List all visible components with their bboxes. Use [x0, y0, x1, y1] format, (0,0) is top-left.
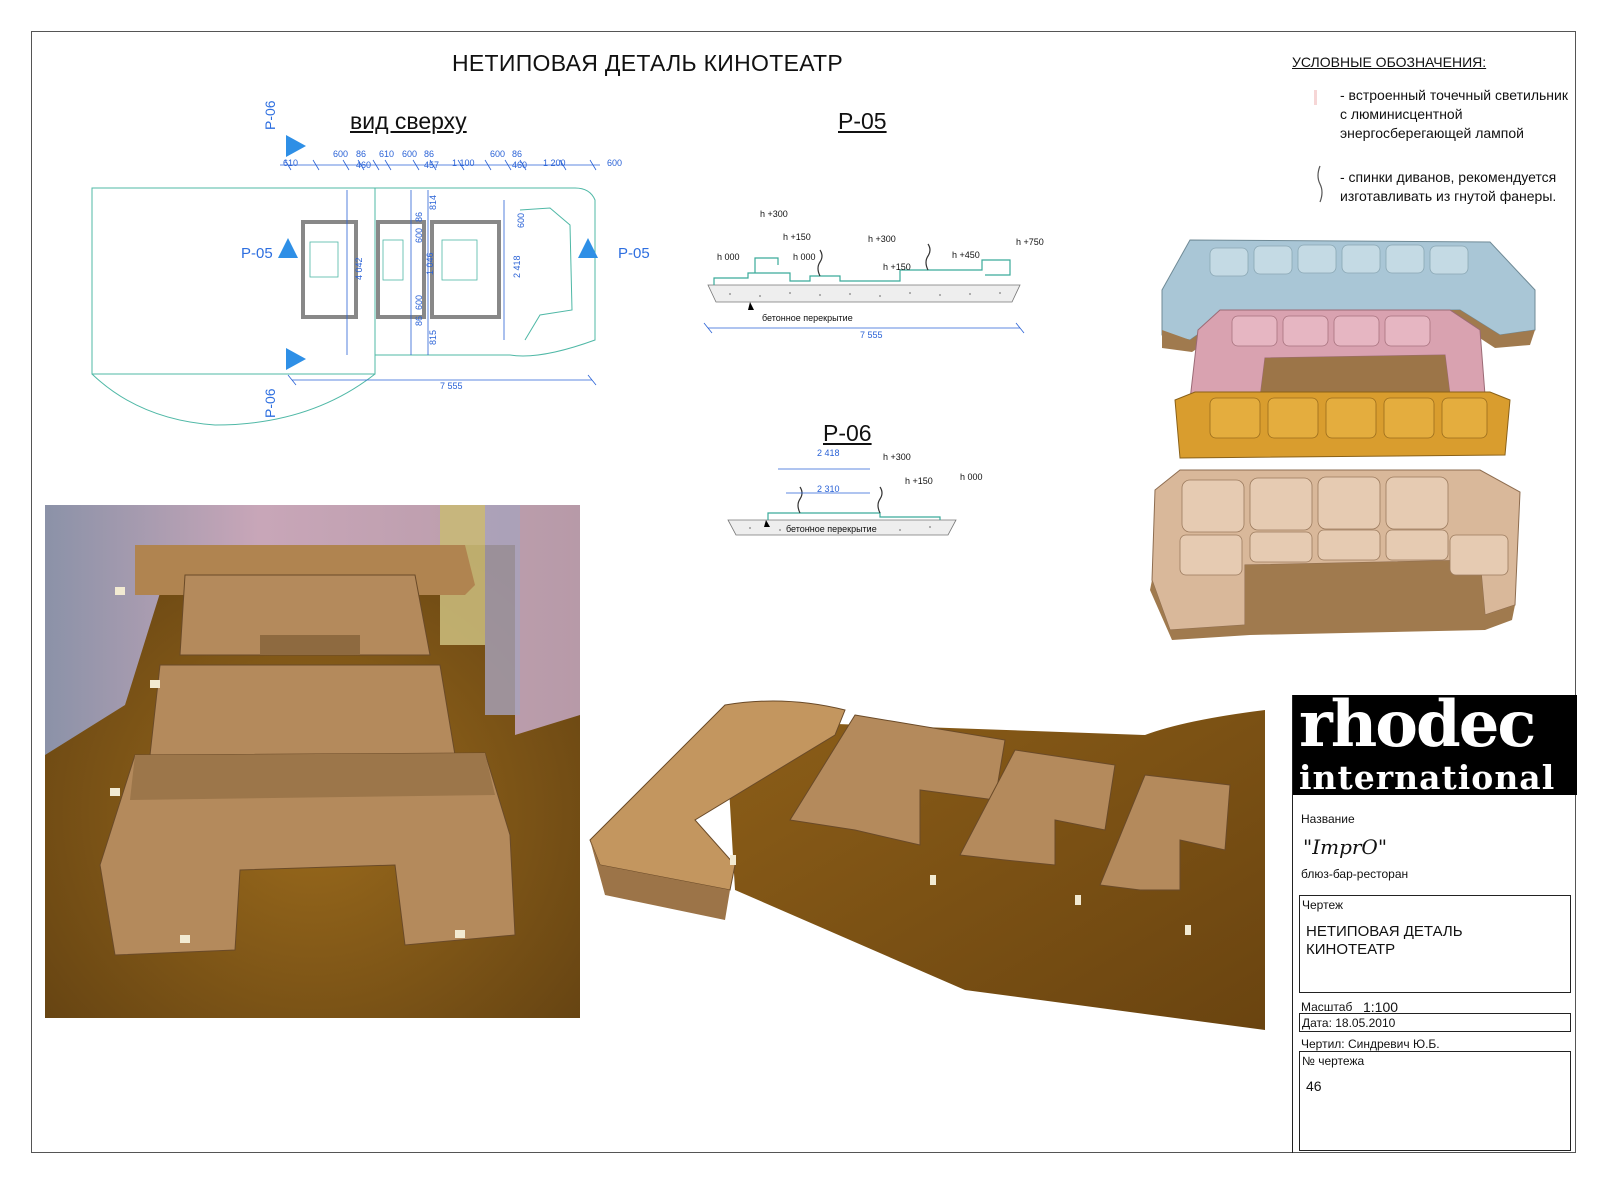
dim-top-2: 86 — [356, 149, 367, 159]
legend-title: УСЛОВНЫЕ ОБОЗНАЧЕНИЯ: — [1292, 54, 1487, 70]
sofa-stack-render — [1150, 239, 1536, 640]
p05-back-icon — [817, 249, 823, 277]
p06-dim-1: 2 310 — [817, 484, 840, 494]
cinema-render-center — [589, 700, 1265, 1030]
dim-top-7: 457 — [424, 160, 440, 170]
legend-item-spotlight: - встроенный точечный светильник с люмин… — [1340, 87, 1568, 141]
p05-level-6: h +450 — [952, 250, 980, 260]
dim-top-1: 600 — [333, 149, 349, 159]
marker-label-p06-top: Р-06 — [262, 100, 278, 130]
drawing-name-box: Чертеж НЕТИПОВАЯ ДЕТАЛЬ КИНОТЕАТР — [1299, 895, 1571, 993]
drawing-number-box: № чертежа 46 — [1299, 1051, 1571, 1151]
dim-top-4: 610 — [379, 149, 395, 159]
date-text: Дата: 18.05.2010 — [1302, 1016, 1396, 1030]
dim-top-5: 600 — [402, 149, 418, 159]
dim-top-8: 1 100 — [452, 158, 475, 168]
p05-steps — [713, 259, 1011, 285]
p05-back2-icon — [925, 243, 931, 271]
dim-v-7: 815 — [428, 329, 438, 345]
logo-line-1: rhodec — [1299, 695, 1536, 762]
drawing-name-line-1: НЕТИПОВАЯ ДЕТАЛЬ — [1306, 923, 1463, 940]
p06-steps — [767, 512, 941, 520]
p05-slab — [707, 284, 1021, 303]
dim-top-0: 610 — [283, 158, 299, 168]
plan-outline-left — [91, 187, 376, 375]
dim-top-10: 86 — [512, 149, 523, 159]
dim-v-3: 1 046 — [425, 252, 435, 275]
name-label: Название — [1301, 812, 1355, 826]
section-p05-heading: Р-05 — [838, 108, 887, 134]
plan-outline-curve — [91, 373, 376, 426]
dim-top-11: 460 — [512, 160, 528, 170]
number-label: № чертежа — [1302, 1054, 1365, 1068]
p06-slab-label: бетонное перекрытие — [786, 524, 877, 534]
date-box: Дата: 18.05.2010 — [1299, 1013, 1571, 1032]
p06-level-2: h 000 — [960, 472, 983, 482]
dim-top-9: 600 — [490, 149, 506, 159]
marker-p06-top-icon — [286, 135, 306, 157]
p06-level-0: h +300 — [883, 452, 911, 462]
project-name: "ImprO" — [1303, 835, 1388, 859]
p05-level-2: h +150 — [783, 232, 811, 242]
p05-level-4: h +300 — [868, 234, 896, 244]
dim-v-8: 2 418 — [512, 255, 522, 278]
p05-level-7: h +750 — [1016, 237, 1044, 247]
dim-v-5: 86 — [414, 315, 424, 326]
spotlight-icon — [1314, 90, 1317, 105]
marker-label-p05-left: Р-05 — [241, 245, 273, 262]
drawing-label: Чертеж — [1302, 898, 1344, 912]
legend-item-sofa-back: - спинки диванов, рекомендуется изготавл… — [1340, 169, 1557, 204]
plan-outline-right — [375, 187, 596, 357]
rhodec-logo: rhodec international — [1293, 695, 1577, 795]
dim-top-13: 600 — [607, 158, 623, 168]
p05-level-3: h 000 — [793, 252, 816, 262]
plan-sofa-4 — [519, 207, 573, 341]
drawn-by: Чертил: Синдревич Ю.Б. — [1301, 1037, 1440, 1051]
p06-dim-0: 2 418 — [817, 448, 840, 458]
dim-top-6: 86 — [424, 149, 435, 159]
marker-p05-left-icon — [278, 238, 298, 258]
p06-level-1: h +150 — [905, 476, 933, 486]
dim-top-3: 460 — [356, 160, 372, 170]
sheet-title: НЕТИПОВАЯ ДЕТАЛЬ КИНОТЕАТР — [452, 50, 844, 76]
number-value: 46 — [1306, 1078, 1322, 1094]
p05-slab-label: бетонное перекрытие — [762, 313, 853, 323]
dim-v-4: 600 — [414, 294, 424, 310]
cinema-render-left — [45, 505, 580, 1018]
project-subtitle: блюз-бар-ресторан — [1301, 867, 1409, 881]
dim-v-0: 4 042 — [354, 257, 364, 280]
logo-line-2: international — [1299, 758, 1556, 795]
dim-v-2: 600 — [414, 227, 424, 243]
marker-p06-bottom-icon — [286, 348, 306, 370]
plan-sofa-1 — [301, 220, 358, 319]
dim-v-9: 600 — [516, 212, 526, 228]
sofa-back-icon — [1317, 165, 1323, 203]
p05-overall: 7 555 — [860, 330, 883, 340]
p05-level-5: h +150 — [883, 262, 911, 272]
title-block: rhodec international Название "ImprO" бл… — [1292, 695, 1577, 1153]
dim-overall-plan: 7 555 — [440, 381, 463, 391]
dim-v-6: 814 — [428, 194, 438, 210]
dim-top-12: 1 200 — [543, 158, 566, 168]
scale-label: Масштаб — [1301, 1000, 1353, 1014]
section-p05-drawing — [703, 243, 1025, 334]
marker-label-p05-right: Р-05 — [618, 245, 650, 262]
section-p06-heading: Р-06 — [823, 420, 872, 446]
dim-v-1: 86 — [414, 211, 424, 222]
p05-level-1: h +300 — [760, 209, 788, 219]
p06-back-icon — [797, 486, 803, 514]
p05-level-0: h 000 — [717, 252, 740, 262]
drawing-name-line-2: КИНОТЕАТР — [1306, 941, 1396, 958]
marker-label-p06-bottom: Р-06 — [262, 388, 278, 418]
